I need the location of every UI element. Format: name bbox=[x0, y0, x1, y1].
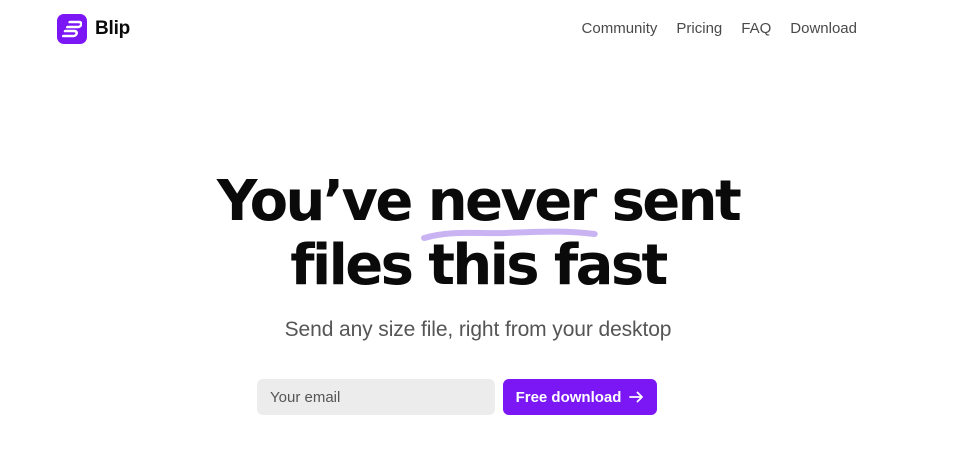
headline-word-after: sent bbox=[611, 169, 742, 234]
brand-name: Blip bbox=[95, 18, 131, 39]
hero-section: You’ve never sent files this fast Send a… bbox=[0, 170, 956, 343]
brand-logo-link[interactable]: Blip bbox=[57, 14, 130, 44]
headline-accent-text: never bbox=[427, 169, 598, 234]
email-input[interactable] bbox=[257, 379, 495, 415]
free-download-label: Free download bbox=[515, 388, 622, 406]
nav-link-download[interactable]: Download bbox=[790, 20, 857, 38]
headline-line-1: You’ve never sent bbox=[0, 169, 956, 241]
arrow-right-icon bbox=[629, 391, 644, 403]
free-download-button[interactable]: Free download bbox=[503, 379, 657, 415]
headline-word-before: You’ve bbox=[216, 169, 414, 234]
site-header: Blip Community Pricing FAQ Download bbox=[0, 0, 956, 60]
hero-headline: You’ve never sent files this fast bbox=[0, 170, 956, 298]
nav-link-pricing[interactable]: Pricing bbox=[676, 20, 722, 38]
nav-link-community[interactable]: Community bbox=[582, 20, 658, 38]
hero-subheadline: Send any size file, right from your desk… bbox=[284, 318, 672, 341]
blip-logo-icon bbox=[57, 14, 87, 44]
headline-accent-word: never bbox=[420, 169, 598, 241]
nav-link-faq[interactable]: FAQ bbox=[741, 20, 771, 38]
signup-form: Free download bbox=[257, 379, 657, 415]
headline-line-2: files this fast bbox=[290, 233, 668, 298]
main-nav: Community Pricing FAQ Download bbox=[582, 20, 857, 38]
